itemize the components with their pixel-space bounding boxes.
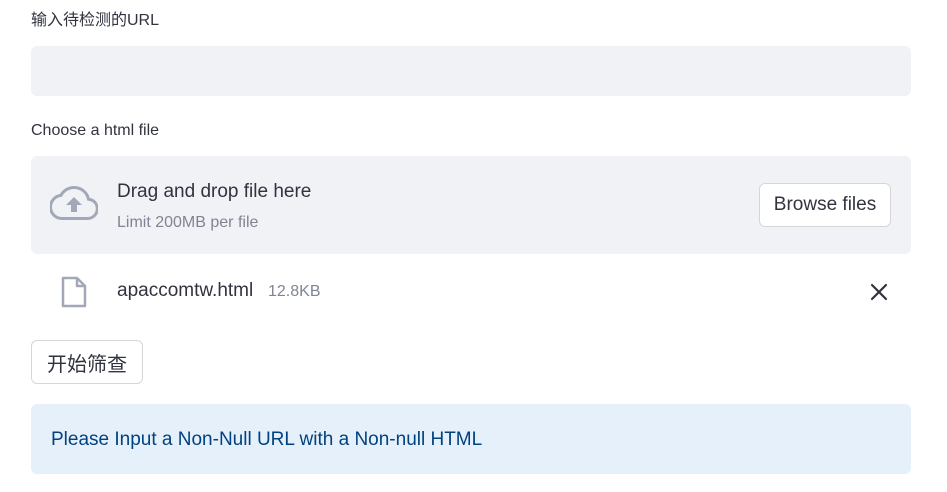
info-message: Please Input a Non-Null URL with a Non-n…: [51, 429, 483, 450]
file-uploader-label: Choose a html file: [31, 122, 160, 139]
app-root: 输入待检测的URL Choose a html file Drag and dr…: [0, 0, 947, 492]
close-icon[interactable]: [867, 280, 891, 304]
info-alert: Please Input a Non-Null URL with a Non-n…: [31, 404, 911, 474]
file-dropzone[interactable]: Drag and drop file here Limit 200MB per …: [31, 156, 911, 254]
url-input[interactable]: [31, 46, 911, 96]
start-screening-button[interactable]: 开始筛查: [31, 340, 143, 384]
uploaded-file-size: 12.8KB: [268, 283, 321, 300]
uploaded-file-name: apaccomtw.html: [117, 280, 254, 301]
uploaded-file-row: apaccomtw.html 12.8KB: [31, 270, 911, 314]
file-icon: [61, 276, 87, 308]
url-input-label: 输入待检测的URL: [31, 12, 160, 29]
dropzone-limit: Limit 200MB per file: [117, 214, 259, 231]
dropzone-title: Drag and drop file here: [117, 181, 312, 202]
cloud-upload-icon: [50, 186, 98, 220]
browse-files-button[interactable]: Browse files: [759, 183, 891, 227]
